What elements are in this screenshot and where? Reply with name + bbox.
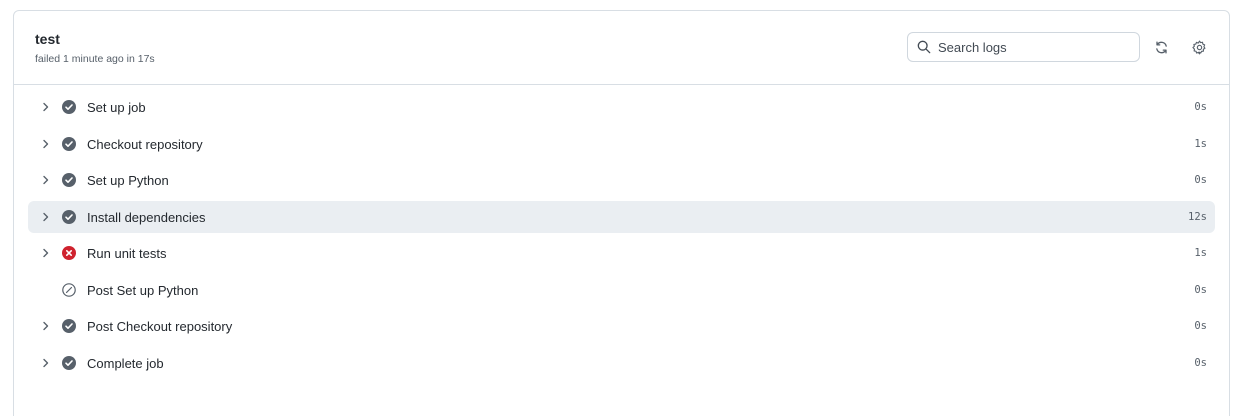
step-row[interactable]: Complete job 0s	[28, 347, 1215, 379]
step-duration: 0s	[1194, 174, 1207, 186]
gear-icon	[1191, 40, 1205, 54]
check-circle-icon	[62, 209, 76, 224]
step-duration: 0s	[1194, 320, 1207, 332]
step-name: Post Set up Python	[87, 282, 199, 298]
check-circle-icon	[62, 136, 76, 151]
step-row[interactable]: Install dependencies 12s	[28, 200, 1215, 233]
step-row[interactable]: Post Checkout repository 0s	[28, 310, 1215, 342]
skipped-icon	[62, 282, 76, 297]
job-title: test	[35, 31, 60, 47]
check-circle-icon	[62, 100, 76, 114]
check-circle-icon	[62, 319, 76, 333]
sync-icon	[1155, 41, 1167, 53]
job-status-line: failed 1 minute ago in 17s	[35, 53, 155, 65]
chevron-right-icon[interactable]	[40, 247, 52, 259]
refresh-button[interactable]	[1152, 38, 1170, 56]
step-duration: 0s	[1194, 283, 1207, 296]
step-duration: 0s	[1194, 101, 1207, 113]
chevron-right-icon[interactable]	[40, 357, 52, 369]
step-duration: 1s	[1194, 137, 1207, 150]
chevron-right-icon[interactable]	[40, 138, 52, 150]
step-duration: 0s	[1194, 356, 1207, 369]
step-row[interactable]: Post Set up Python 0s	[28, 274, 1215, 306]
step-row[interactable]: Set up Python 0s	[28, 164, 1215, 196]
step-name: Post Checkout repository	[87, 319, 233, 334]
check-circle-icon	[62, 355, 76, 370]
settings-button[interactable]	[1190, 38, 1208, 56]
chevron-right-icon[interactable]	[40, 320, 52, 332]
chevron-right-icon[interactable]	[40, 174, 52, 186]
chevron-right-icon[interactable]	[40, 211, 52, 223]
step-duration: 12s	[1188, 210, 1207, 223]
check-circle-icon	[62, 173, 76, 187]
step-name: Checkout repository	[87, 136, 203, 152]
steps-list: Set up job 0s Checkout repository 1s Set up …	[28, 91, 1215, 383]
step-name: Complete job	[87, 355, 164, 371]
search-logs-field[interactable]	[907, 32, 1140, 62]
step-name: Run unit tests	[87, 246, 167, 261]
step-row[interactable]: Set up job 0s	[28, 91, 1215, 123]
step-name: Install dependencies	[87, 209, 206, 225]
job-header: test failed 1 minute ago in 17s	[14, 11, 1229, 85]
job-logs-panel: test failed 1 minute ago in 17s Set	[13, 10, 1230, 416]
search-logs-input[interactable]	[938, 39, 1128, 55]
step-row[interactable]: Run unit tests 1s	[28, 237, 1215, 269]
search-icon	[917, 40, 931, 54]
x-circle-icon	[62, 246, 76, 260]
step-duration: 1s	[1194, 247, 1207, 259]
chevron-right-icon[interactable]	[40, 101, 52, 113]
step-name: Set up job	[87, 100, 146, 115]
step-name: Set up Python	[87, 173, 169, 188]
step-row[interactable]: Checkout repository 1s	[28, 128, 1215, 160]
